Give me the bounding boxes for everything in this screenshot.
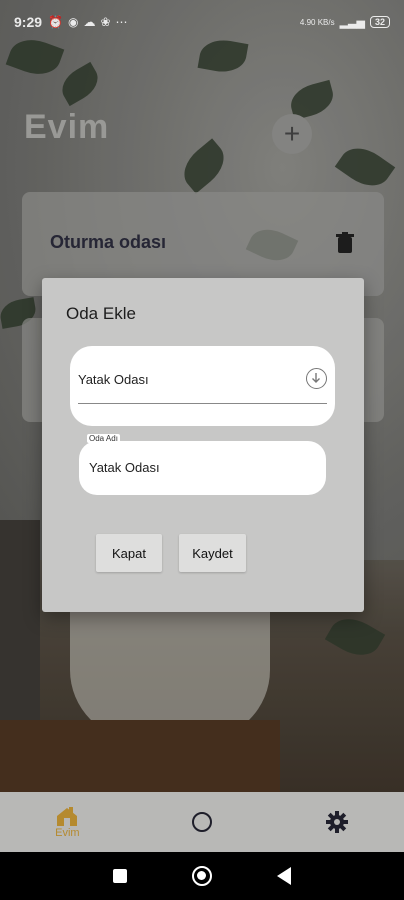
nav-item-center[interactable] (135, 792, 270, 852)
select-underline (78, 403, 327, 404)
nav-item-settings[interactable] (269, 792, 404, 852)
bottom-nav: Evim (0, 792, 404, 852)
room-type-select[interactable]: Yatak Odası (70, 346, 335, 426)
dialog-title: Oda Ekle (66, 304, 136, 323)
save-button[interactable]: Kaydet (179, 534, 246, 572)
system-nav-bar (0, 852, 404, 900)
nav-home-label: Evim (55, 826, 80, 839)
circle-icon (192, 812, 212, 832)
chevron-down-circle-icon (306, 368, 327, 389)
room-name-field[interactable]: Oda Adı Yatak Odası (79, 434, 326, 495)
gear-icon (325, 811, 348, 833)
recents-icon[interactable] (112, 869, 127, 883)
room-name-label: Oda Adı (87, 434, 120, 443)
room-name-value: Yatak Odası (89, 460, 160, 475)
home-icon (57, 806, 78, 826)
nav-item-home[interactable]: Evim (0, 792, 135, 852)
back-icon[interactable] (277, 867, 292, 885)
close-button[interactable]: Kapat (96, 534, 162, 572)
room-type-value: Yatak Odası (78, 372, 149, 387)
home-button-icon[interactable] (191, 866, 212, 886)
add-room-dialog: Oda Ekle Yatak Odası Oda Adı Yatak Odası… (42, 278, 364, 612)
